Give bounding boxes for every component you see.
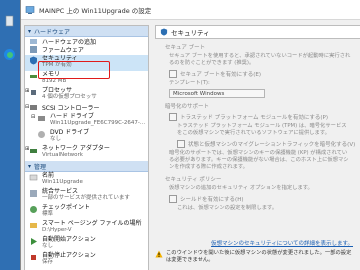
- tree-item-scsi[interactable]: ⊟ SCSI コントローラー: [25, 103, 148, 113]
- processor-icon: [31, 90, 36, 95]
- shielding-group-label: セキュリティ ポリシー: [165, 177, 222, 183]
- expand-icon[interactable]: ⊞: [25, 146, 29, 152]
- tree-item-label: SCSI コントローラー: [42, 105, 100, 112]
- shielding-note: これは、仮想マシンの設定を制限します。: [177, 205, 278, 211]
- auto-start-icon: [31, 238, 37, 245]
- tree-item-label: プロセッサ: [42, 87, 73, 94]
- tree-item-sublabel: 8192 MB: [42, 78, 67, 84]
- tpm-checkbox[interactable]: トラステッド プラットフォーム モジュールを有効にする(P): [155, 113, 360, 121]
- tree-item-sublabel: Win11Upgrade_FE6C799C-2647-...: [50, 120, 146, 126]
- tree-item-auto-start[interactable]: 自動開始アクション なし: [25, 236, 148, 252]
- shielding-checkbox[interactable]: シールドを有効にする(H): [155, 195, 360, 203]
- tree-item-label: 自動停止アクション: [42, 252, 96, 259]
- auto-stop-icon: [31, 255, 36, 260]
- recycle-bin-icon[interactable]: [3, 14, 16, 27]
- encrypt-traffic-checkbox[interactable]: 状態と仮想マシンのマイグレーショントラフィックを暗号化する(V): [155, 140, 360, 148]
- title-bar: MAINPC 上の Win11Upgrade の設定: [21, 0, 360, 20]
- collapse-icon[interactable]: ▾: [28, 163, 31, 170]
- tree-item-label: ファームウェア: [42, 47, 84, 54]
- tree-item-label: 自動開始アクション: [42, 236, 96, 243]
- settings-window: MAINPC 上の Win11Upgrade の設定 ▾ ハードウェア ハードウ…: [20, 0, 360, 270]
- tree-item-processor[interactable]: ⊞ プロセッサ 4 個の仮想プロセッサ: [25, 87, 148, 103]
- tree-item-firmware[interactable]: ファームウェア: [25, 45, 148, 55]
- checkbox-label: セキュア ブートを有効にする(E): [180, 72, 261, 78]
- tree-item-sublabel: なし: [50, 136, 62, 142]
- hyperv-settings-icon: [25, 5, 35, 14]
- encryption-group-label: 暗号化のサポート: [165, 104, 210, 110]
- checkbox-box[interactable]: [169, 113, 177, 121]
- secure-boot-description: セキュア ブートを使用すると、承認されていないコードが起動時に実行されるのを防ぐ…: [169, 53, 351, 66]
- encryption-description: 暗号化のサポートでは、仮想マシンのキーの保護機能 (KP) が構成されている必要…: [169, 150, 349, 170]
- tree-item-dvd-drive[interactable]: DVD ドライブ なし: [25, 129, 148, 145]
- checkbox-box[interactable]: [177, 140, 185, 148]
- warning-message: このウインドウを開いた後に仮想マシンの状態が変更されました。一部の設定は変更でき…: [155, 250, 355, 264]
- tree-item-label: DVD ドライブ: [50, 129, 90, 136]
- checkbox-box[interactable]: [169, 195, 177, 203]
- hard-drive-icon: [38, 116, 45, 121]
- scsi-controller-icon: [30, 105, 37, 110]
- secure-boot-checkbox[interactable]: セキュア ブートを有効にする(E): [155, 70, 360, 78]
- tree-item-sublabel: D:\Hyper-V: [42, 227, 72, 233]
- collapse-icon[interactable]: ⊟: [31, 114, 35, 120]
- tree-item-sublabel: VirtualNetwork: [42, 152, 83, 158]
- security-settings-panel: セキュリティ セキュア ブート セキュア ブートを使用すると、承認されていないコ…: [155, 25, 360, 270]
- tree-item-auto-stop[interactable]: 自動停止アクション 保存: [25, 252, 148, 268]
- checkbox-label: シールドを有効にする(H): [180, 197, 244, 203]
- edge-icon[interactable]: [3, 48, 16, 61]
- tree-item-sublabel: 4 個の仮想プロセッサ: [42, 94, 97, 100]
- management-section-header[interactable]: ▾ 管理: [25, 161, 148, 172]
- tree-item-sublabel: 保存: [42, 259, 54, 265]
- name-icon: [29, 174, 38, 181]
- checkpoint-icon: [30, 206, 37, 213]
- tree-item-name[interactable]: 名前 Win11Upgrade: [25, 172, 148, 188]
- secure-boot-group-label: セキュア ブート: [165, 45, 206, 51]
- window-title: MAINPC 上の Win11Upgrade の設定: [39, 6, 152, 15]
- tree-item-sublabel: Win11Upgrade: [42, 179, 83, 185]
- collapse-icon[interactable]: ▾: [28, 28, 31, 35]
- template-label: テンプレート(T):: [169, 80, 210, 86]
- tree-item-label: ネットワーク アダプター: [42, 145, 110, 152]
- tree-item-hard-drive[interactable]: ⊟ ハード ドライブ Win11Upgrade_FE6C799C-2647-..…: [25, 113, 148, 129]
- tree-item-label: 名前: [42, 172, 55, 179]
- template-select[interactable]: Microsoft Windows: [169, 89, 265, 98]
- hardware-header-label: ハードウェア: [34, 28, 71, 36]
- tree-item-sublabel: 標準: [42, 211, 54, 217]
- shield-icon: [160, 28, 168, 36]
- tree-item-label: ハード ドライブ: [50, 113, 94, 120]
- checkbox-box[interactable]: [169, 70, 177, 78]
- template-selected-value: Microsoft Windows: [173, 90, 225, 97]
- dvd-drive-icon: [38, 131, 45, 138]
- shield-icon: [30, 56, 37, 65]
- tree-item-label: 統合サービス: [42, 188, 79, 195]
- tree-item-integration-services[interactable]: 統合サービス 一部のサービスが提供されています: [25, 188, 148, 204]
- expand-icon[interactable]: ⊞: [25, 88, 29, 94]
- integration-services-icon: [30, 190, 37, 197]
- tree-item-add-hardware[interactable]: ハードウェアの追加: [25, 37, 148, 46]
- shielding-description: 仮想マシンの追加のセキュリティ オプションを指定します。: [169, 185, 313, 191]
- checkbox-label: 状態と仮想マシンのマイグレーショントラフィックを暗号化する(V): [188, 142, 356, 148]
- security-header-label: セキュリティ: [171, 29, 210, 37]
- tree-item-checkpoints[interactable]: チェックポイント 標準: [25, 204, 148, 220]
- collapse-icon[interactable]: ⊟: [25, 104, 29, 110]
- tree-item-sublabel: 一部のサービスが提供されています: [42, 195, 130, 201]
- warning-text: このウインドウを開いた後に仮想マシンの状態が変更されました。一部の設定は変更でき…: [166, 250, 352, 263]
- tree-item-label: チェックポイント: [42, 204, 91, 211]
- memory-icon: [30, 75, 37, 78]
- warning-icon: [155, 250, 163, 258]
- tree-item-network-adapter[interactable]: ⊞ ネットワーク アダプター VirtualNetwork: [25, 145, 148, 161]
- security-header: セキュリティ: [155, 25, 360, 39]
- folder-icon: [30, 223, 37, 228]
- tree-item-label: スマート ページング ファイルの場所: [42, 220, 142, 227]
- management-header-label: 管理: [34, 163, 47, 171]
- tree-item-sublabel: なし: [42, 243, 54, 249]
- highlight-box: [38, 61, 110, 79]
- firmware-icon: [30, 46, 37, 53]
- security-help-link[interactable]: 仮想マシンのセキュリティについての詳細を表示します。: [211, 239, 353, 247]
- checkbox-label: トラステッド プラットフォーム モジュールを有効にする(P): [180, 115, 329, 121]
- network-adapter-icon: [30, 149, 37, 153]
- hardware-section-header[interactable]: ▾ ハードウェア: [25, 26, 148, 37]
- tpm-description: トラステッド プラットフォーム モジュール (TPM) は、暗号化サービスをこの…: [177, 123, 347, 136]
- tree-item-smart-paging[interactable]: スマート ページング ファイルの場所 D:\Hyper-V: [25, 220, 148, 236]
